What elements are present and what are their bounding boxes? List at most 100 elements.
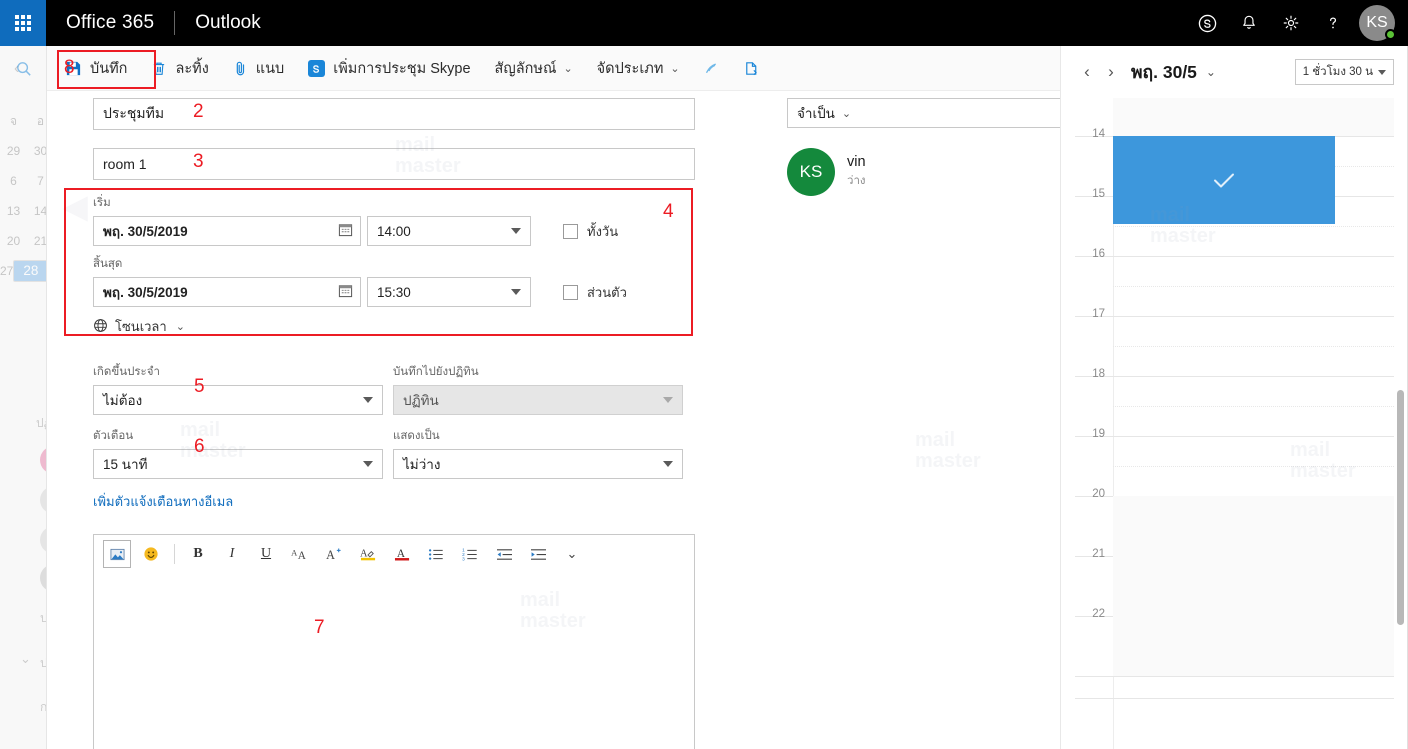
selected-event-block[interactable] — [1113, 136, 1335, 224]
add-email-reminder-link[interactable]: เพิ่มตัวแจ้งเตือนทางอีเมล — [93, 491, 741, 512]
chevron-down-icon: ⌄ — [563, 62, 573, 75]
save-button[interactable]: บันทึก — [53, 46, 139, 91]
start-time-dropdown[interactable]: 14:00 — [367, 216, 531, 246]
hour-label: 16 — [1092, 248, 1105, 260]
event-body-editor[interactable]: B I U AA A A A 1 2 3 ⌄ — [93, 534, 695, 749]
increase-indent-icon[interactable] — [524, 540, 552, 568]
add-skype-meeting-button[interactable]: เพิ่มการประชุม Skype — [296, 46, 482, 91]
user-avatar-button[interactable]: KS — [1354, 0, 1400, 46]
previous-day-button[interactable]: ‹ — [1075, 58, 1099, 86]
attendee-type-dropdown[interactable]: จำเป็น ⌄ — [787, 98, 1069, 128]
mini-cal-cell: 29 — [6, 144, 21, 158]
app-name-outlook[interactable]: Outlook — [195, 12, 260, 34]
calendar-hour-row[interactable]: 16 — [1061, 248, 1408, 316]
notifications-bell-icon[interactable] — [1228, 0, 1270, 46]
toolbar-divider — [174, 544, 175, 564]
end-time-dropdown[interactable]: 15:30 — [367, 277, 531, 307]
start-date-input[interactable]: พฤ. 30/5/2019 — [93, 216, 361, 246]
calendar-picker-icon[interactable] — [338, 222, 353, 240]
highlight-color-icon[interactable]: A — [354, 540, 382, 568]
show-as-value: ไม่ว่าง — [403, 457, 441, 472]
attach-button[interactable]: แนบ — [221, 46, 296, 91]
event-title-input[interactable]: ประชุมทีม — [93, 98, 695, 130]
skype-icon[interactable] — [1186, 0, 1228, 46]
event-body-textarea[interactable] — [94, 573, 694, 749]
private-checkbox[interactable]: ส่วนตัว — [563, 282, 627, 303]
hour-gridline — [1075, 436, 1394, 437]
start-label: เริ่ม — [93, 197, 111, 209]
save-to-calendar-dropdown[interactable]: ปฏิทิน — [393, 385, 683, 415]
numbered-list-icon[interactable]: 123 — [456, 540, 484, 568]
open-in-new-window-icon[interactable] — [732, 46, 772, 91]
timezone-label: โซนเวลา — [115, 319, 167, 334]
svg-text:A: A — [326, 548, 335, 562]
end-time-value: 15:30 — [377, 284, 411, 300]
end-date-value: พฤ. 30/5/2019 — [103, 285, 188, 300]
italic-icon[interactable]: I — [218, 540, 246, 568]
brand-office365-label[interactable]: Office 365 — [66, 12, 154, 34]
app-launcher-button[interactable] — [0, 0, 46, 46]
calendar-hour-row[interactable]: 18 — [1061, 368, 1408, 436]
bulleted-list-icon[interactable] — [422, 540, 450, 568]
presence-available-indicator — [1385, 29, 1396, 40]
search-icon[interactable] — [1, 46, 47, 91]
mini-cal-cell: 27 — [0, 264, 14, 278]
calendar-scrollbar-thumb[interactable] — [1397, 390, 1404, 625]
calendar-day-grid[interactable]: 14 15 16 17 18 19 20 21 22 — [1061, 98, 1408, 749]
calendar-picker-icon[interactable] — [338, 283, 353, 301]
font-grow-icon[interactable]: A — [320, 540, 348, 568]
end-row: พฤ. 30/5/2019 15:30 ส่วนตัว — [93, 277, 741, 307]
more-options-chevron-icon[interactable]: ⌄ — [558, 540, 586, 568]
charm-icon[interactable] — [692, 46, 732, 91]
mini-cal-cell: จ — [9, 113, 18, 128]
hour-gridline — [1075, 256, 1394, 257]
half-hour-gridline — [1113, 346, 1394, 347]
recurrence-value: ไม่ต้อง — [103, 393, 143, 408]
font-color-icon[interactable]: A — [388, 540, 416, 568]
insert-picture-icon[interactable] — [103, 540, 131, 568]
end-date-input[interactable]: พฤ. 30/5/2019 — [93, 277, 361, 307]
date-time-section: เริ่ม พฤ. 30/5/2019 14:00 ทั้งวัน สิ้นสุ… — [93, 180, 741, 345]
chevron-down-icon: ⌄ — [20, 651, 31, 666]
timezone-toggle[interactable]: โซนเวลา ⌄ — [93, 316, 741, 337]
next-day-button[interactable]: › — [1099, 58, 1123, 86]
recurrence-row: เกิดขึ้นประจำ ไม่ต้อง บันทึกไปยังปฏิทิน … — [93, 363, 741, 415]
app-root: ‹ จอ 2930 67 1314 2021 2728 ปฏ ปฏ ปฏ ⌄ ก… — [0, 0, 1408, 749]
settings-gear-icon[interactable] — [1270, 0, 1312, 46]
all-day-checkbox[interactable]: ทั้งวัน — [563, 221, 618, 242]
add-skype-meeting-label: เพิ่มการประชุม Skype — [333, 60, 471, 77]
underline-icon[interactable]: U — [252, 540, 280, 568]
save-disk-icon — [65, 60, 82, 77]
show-as-dropdown[interactable]: ไม่ว่าง — [393, 449, 683, 479]
calendar-hour-row[interactable]: 19 — [1061, 428, 1408, 496]
event-location-input[interactable]: room 1 — [93, 148, 695, 180]
hour-gridline — [1075, 676, 1394, 677]
emoji-icon[interactable] — [137, 540, 165, 568]
discard-button[interactable]: ละทิ้ง — [139, 46, 220, 91]
check-icon — [1214, 173, 1234, 188]
chevron-down-icon[interactable]: ⌄ — [1206, 65, 1216, 79]
hour-label: 15 — [1092, 188, 1105, 200]
symbol-label: สัญลักษณ์ — [494, 60, 557, 77]
attendee-type-value: จำเป็น — [797, 106, 835, 121]
bold-icon[interactable]: B — [184, 540, 212, 568]
chevron-down-icon: ⌄ — [670, 62, 680, 75]
svg-text:A: A — [297, 550, 306, 562]
attendees-panel: จำเป็น ⌄ KS vin ว่าง — [787, 98, 1079, 196]
recurrence-field: เกิดขึ้นประจำ ไม่ต้อง — [93, 363, 383, 415]
calendar-hour-row[interactable]: 17 — [1061, 308, 1408, 376]
reminder-dropdown[interactable]: 15 นาที — [93, 449, 383, 479]
save-to-calendar-label: บันทึกไปยังปฏิทิน — [393, 366, 479, 378]
categorize-menu-button[interactable]: จัดประเภท ⌄ — [585, 46, 692, 91]
mini-cal-cell: 20 — [6, 234, 21, 248]
help-question-icon[interactable] — [1312, 0, 1354, 46]
symbol-menu-button[interactable]: สัญลักษณ์ ⌄ — [483, 46, 585, 91]
duration-dropdown[interactable]: 1 ชั่วโมง 30 น — [1294, 59, 1394, 85]
attendee-list-item[interactable]: KS vin ว่าง — [787, 148, 1079, 196]
event-location-value: room 1 — [103, 156, 147, 172]
half-hour-gridline — [1113, 226, 1394, 227]
calendar-header: ‹ › พฤ. 30/5 ⌄ 1 ชั่วโมง 30 น — [1061, 46, 1408, 98]
decrease-indent-icon[interactable] — [490, 540, 518, 568]
recurrence-dropdown[interactable]: ไม่ต้อง — [93, 385, 383, 415]
font-size-icon[interactable]: AA — [286, 540, 314, 568]
